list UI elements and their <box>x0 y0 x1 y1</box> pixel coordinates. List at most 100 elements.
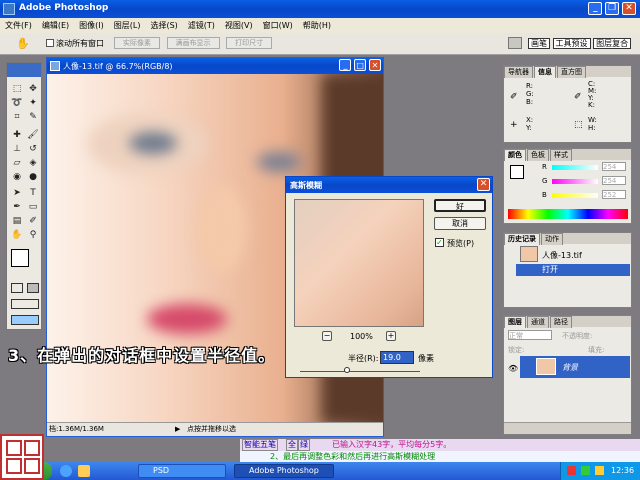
layer-row-background[interactable]: 背景 <box>520 356 630 378</box>
eyedropper-icon[interactable]: ✐ <box>27 215 39 227</box>
status-bar: 档:1.36M/1.36M ▶ 点按并拖移以选 <box>47 422 383 436</box>
brush-tool-icon[interactable]: 🖌 <box>27 129 39 141</box>
eraser-tool-icon[interactable]: ▱ <box>11 157 23 169</box>
history-brush-icon[interactable]: ↺ <box>27 143 39 155</box>
tray-icon-3[interactable] <box>595 466 604 475</box>
menu-file[interactable]: 文件(F) <box>0 18 37 33</box>
ime-full[interactable]: 全 <box>286 439 298 451</box>
cancel-button[interactable]: 取消 <box>434 217 486 230</box>
blend-mode-select[interactable]: 正常 <box>508 330 552 340</box>
r-slider[interactable] <box>552 165 598 170</box>
blur-preview-window[interactable] <box>294 199 424 327</box>
doc-close-button[interactable]: ✕ <box>369 59 381 71</box>
quick-launch-ie-icon[interactable] <box>60 465 72 477</box>
snapshot-name[interactable]: 人像-13.tif <box>542 250 582 261</box>
menu-window[interactable]: 窗口(W) <box>258 18 298 33</box>
hand-icon[interactable]: ✋ <box>11 229 23 241</box>
tab-actions[interactable]: 动作 <box>541 233 563 245</box>
dodge-tool-icon[interactable]: ● <box>27 171 39 183</box>
print-size-button[interactable]: 打印尺寸 <box>226 37 273 49</box>
info-b-label: B: <box>526 98 534 106</box>
tab-layers[interactable]: 图层 <box>504 316 526 328</box>
blur-tool-icon[interactable]: ◉ <box>11 171 23 183</box>
eye-icon[interactable]: 👁 <box>508 364 518 373</box>
type-tool-icon[interactable]: T <box>27 187 39 199</box>
tab-history[interactable]: 历史记录 <box>504 233 540 245</box>
status-arrow-icon[interactable]: ▶ <box>175 423 180 436</box>
ime-mode[interactable]: 智能五笔 <box>242 439 278 451</box>
radius-slider-track[interactable] <box>300 371 420 372</box>
shape-tool-icon[interactable]: ▭ <box>27 201 39 213</box>
lasso-tool-icon[interactable]: ➰ <box>11 97 23 109</box>
pen-tool-icon[interactable]: ✒ <box>11 201 23 213</box>
healing-brush-icon[interactable]: ✚ <box>11 129 23 141</box>
path-select-icon[interactable]: ➤ <box>11 187 23 199</box>
restore-button[interactable]: ❐ <box>605 2 620 15</box>
b-slider[interactable] <box>552 193 598 198</box>
color-fg-swatch[interactable] <box>510 165 524 179</box>
task-photoshop[interactable]: Adobe Photoshop <box>234 464 334 478</box>
scroll-all-checkbox[interactable] <box>46 39 54 47</box>
foreground-color-swatch[interactable] <box>11 249 29 267</box>
menu-select[interactable]: 选择(S) <box>145 18 182 33</box>
radius-slider-handle[interactable] <box>344 367 350 373</box>
history-item-open[interactable]: 打开 <box>516 264 630 276</box>
menu-view[interactable]: 视图(V) <box>220 18 258 33</box>
color-ramp[interactable] <box>508 209 628 219</box>
tab-histogram[interactable]: 直方图 <box>557 66 586 78</box>
screen-mode-icon[interactable] <box>11 299 39 309</box>
zoom-out-button[interactable]: − <box>322 331 332 341</box>
quick-launch-desktop-icon[interactable] <box>78 465 90 477</box>
tab-navigator[interactable]: 导航器 <box>504 66 533 78</box>
tab-paths[interactable]: 路径 <box>550 316 572 328</box>
preview-checkbox[interactable]: ✓ <box>435 238 444 247</box>
move-tool-icon[interactable]: ✥ <box>27 83 39 95</box>
actual-pixels-button[interactable]: 实际像素 <box>114 37 160 49</box>
zoom-tool-icon[interactable]: ⚲ <box>27 229 39 241</box>
menu-help[interactable]: 帮助(H) <box>298 18 336 33</box>
imageready-icon[interactable] <box>11 315 39 325</box>
doc-minimize-button[interactable]: _ <box>339 59 352 71</box>
tab-channels[interactable]: 通道 <box>527 316 549 328</box>
quick-mask-icon[interactable] <box>11 283 23 293</box>
menu-edit[interactable]: 编辑(E) <box>37 18 74 33</box>
tab-brushes[interactable]: 画笔 <box>528 38 550 49</box>
stamp-tool-icon[interactable]: ⊥ <box>11 143 23 155</box>
notes-tool-icon[interactable]: ▤ <box>11 215 23 227</box>
doc-size-status: 档:1.36M/1.36M <box>49 425 104 433</box>
tab-styles[interactable]: 样式 <box>550 149 572 161</box>
close-button[interactable]: ✕ <box>622 2 636 15</box>
ok-button[interactable]: 好 <box>434 199 486 212</box>
menu-layer[interactable]: 图层(L) <box>109 18 146 33</box>
tray-icon-1[interactable] <box>567 466 576 475</box>
task-psd[interactable]: PSD <box>138 464 226 478</box>
paint-bucket-icon[interactable]: ◈ <box>27 157 39 169</box>
fit-screen-button[interactable]: 满画布显示 <box>166 37 220 49</box>
b-value[interactable]: 252 <box>602 190 626 199</box>
file-browser-icon[interactable] <box>508 37 522 49</box>
tab-swatches[interactable]: 色板 <box>527 149 549 161</box>
g-value[interactable]: 254 <box>602 176 626 185</box>
doc-maximize-button[interactable]: □ <box>354 59 367 71</box>
slice-tool-icon[interactable]: ✎ <box>27 111 39 123</box>
menu-filter[interactable]: 滤镜(T) <box>183 18 220 33</box>
minimize-button[interactable]: _ <box>588 2 603 15</box>
hand-tool-icon[interactable]: ✋ <box>16 37 30 50</box>
tab-layer-comps[interactable]: 图层复合 <box>593 38 632 49</box>
menu-image[interactable]: 图像(I) <box>74 18 109 33</box>
magic-wand-icon[interactable]: ✦ <box>27 97 39 109</box>
marquee-tool-icon[interactable]: ⬚ <box>11 83 23 95</box>
quick-mask-on-icon[interactable] <box>27 283 39 293</box>
dialog-close-button[interactable]: ✕ <box>477 178 490 191</box>
tray-icon-2[interactable] <box>581 466 590 475</box>
r-value[interactable]: 254 <box>602 162 626 171</box>
tab-info[interactable]: 信息 <box>534 66 556 78</box>
zoom-in-button[interactable]: + <box>386 331 396 341</box>
tab-color[interactable]: 颜色 <box>504 149 526 161</box>
tab-tool-presets[interactable]: 工具预设 <box>552 38 591 49</box>
g-slider[interactable] <box>552 179 598 184</box>
ime-extra[interactable]: 绿 <box>298 439 310 451</box>
radius-input[interactable]: 19.0 <box>380 351 414 364</box>
crop-tool-icon[interactable]: ⌗ <box>11 111 23 123</box>
g-channel-label: G <box>542 177 548 185</box>
